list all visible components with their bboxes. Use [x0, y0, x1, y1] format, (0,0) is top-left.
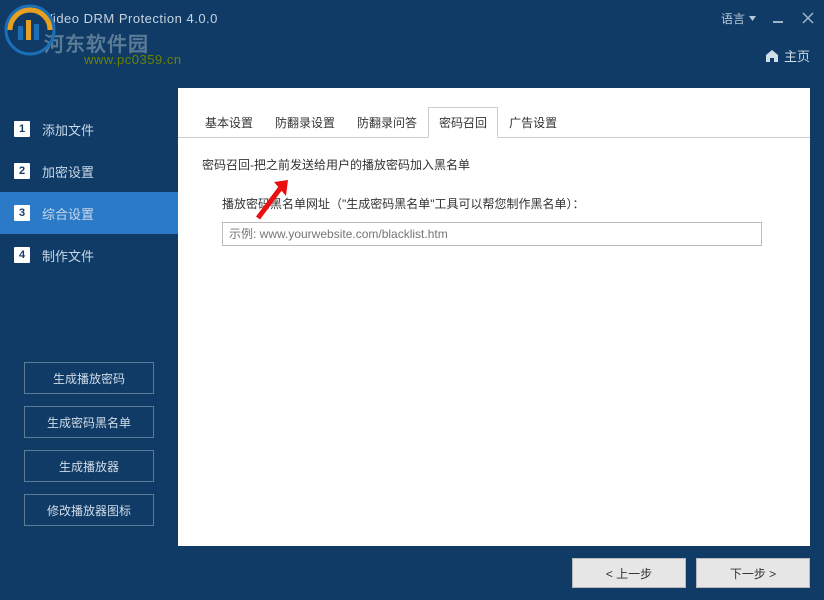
app-title: Video DRM Protection 4.0.0: [44, 11, 218, 26]
step-label: 制作文件: [42, 246, 94, 265]
next-button[interactable]: 下一步 >: [696, 558, 810, 588]
sidebar: 1 添加文件 2 加密设置 3 综合设置 4 制作文件 生成播放密码 生成密码黑…: [0, 88, 178, 600]
blacklist-url-label: 播放密码黑名单网址（"生成密码黑名单"工具可以帮您制作黑名单）：: [222, 195, 786, 212]
step-number: 2: [14, 163, 30, 179]
step-label: 添加文件: [42, 120, 94, 139]
language-label: 语言: [721, 10, 745, 27]
step-general-settings[interactable]: 3 综合设置: [0, 192, 178, 234]
tab-anti-qa[interactable]: 防翻录问答: [346, 107, 428, 138]
home-link[interactable]: 主页: [764, 46, 810, 65]
tab-strip: 基本设置 防翻录设置 防翻录问答 密码召回 广告设置: [178, 88, 810, 138]
language-selector[interactable]: 语言: [721, 10, 756, 27]
gen-player-button[interactable]: 生成播放器: [24, 450, 154, 482]
step-label: 加密设置: [42, 162, 94, 181]
app-window: 河东软件园 www.pc0359.cn Video DRM Protection…: [0, 0, 824, 600]
footer-nav: < 上一步 下一步 >: [572, 558, 810, 588]
sidebar-buttons: 生成播放密码 生成密码黑名单 生成播放器 修改播放器图标: [0, 362, 178, 526]
home-label: 主页: [784, 46, 810, 65]
gen-play-password-button[interactable]: 生成播放密码: [24, 362, 154, 394]
tab-password-recall[interactable]: 密码召回: [428, 107, 498, 138]
tab-basic[interactable]: 基本设置: [194, 107, 264, 138]
step-number: 4: [14, 247, 30, 263]
watermark-url: www.pc0359.cn: [84, 52, 182, 67]
modify-player-icon-button[interactable]: 修改播放器图标: [24, 494, 154, 526]
home-icon: [764, 48, 780, 64]
blacklist-url-input[interactable]: [222, 222, 762, 246]
step-add-files[interactable]: 1 添加文件: [0, 108, 178, 150]
body-area: 1 添加文件 2 加密设置 3 综合设置 4 制作文件 生成播放密码 生成密码黑…: [0, 88, 824, 600]
close-icon: [802, 12, 814, 24]
step-number: 3: [14, 205, 30, 221]
tab-anti-record[interactable]: 防翻录设置: [264, 107, 346, 138]
prev-button[interactable]: < 上一步: [572, 558, 686, 588]
description-text: 密码召回-把之前发送给用户的播放密码加入黑名单: [202, 156, 786, 173]
minimize-icon: [772, 12, 784, 24]
chevron-down-icon: [749, 16, 756, 21]
step-encrypt-settings[interactable]: 2 加密设置: [0, 150, 178, 192]
minimize-button[interactable]: [770, 10, 786, 26]
step-number: 1: [14, 121, 30, 137]
step-make-files[interactable]: 4 制作文件: [0, 234, 178, 276]
watermark-logo-icon: [4, 4, 56, 56]
panel-content: 密码召回-把之前发送给用户的播放密码加入黑名单 播放密码黑名单网址（"生成密码黑…: [178, 138, 810, 264]
close-button[interactable]: [800, 10, 816, 26]
step-label: 综合设置: [42, 204, 94, 223]
tab-ad[interactable]: 广告设置: [498, 107, 568, 138]
gen-blacklist-button[interactable]: 生成密码黑名单: [24, 406, 154, 438]
main-panel: 基本设置 防翻录设置 防翻录问答 密码召回 广告设置 密码召回-把之前发送给用户…: [178, 88, 810, 546]
